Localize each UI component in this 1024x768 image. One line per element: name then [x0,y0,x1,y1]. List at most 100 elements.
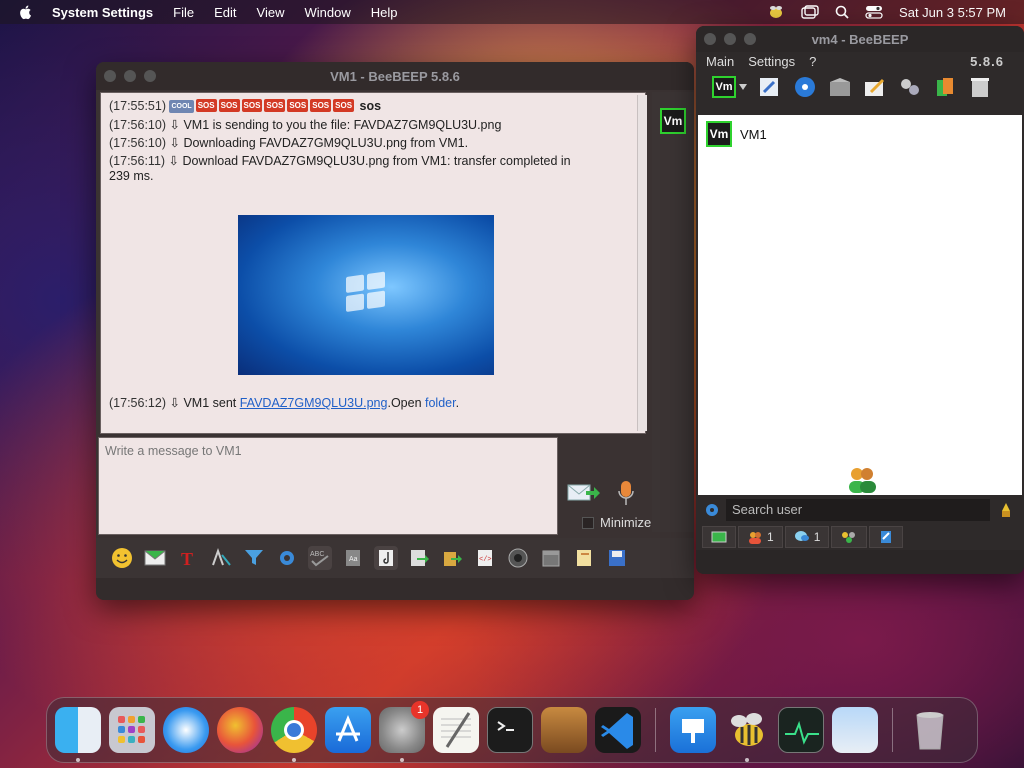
tab-shares[interactable] [869,526,904,548]
dock-separator [655,708,656,752]
sos-emoticon-icon: SOS [310,99,332,112]
menu-window[interactable]: Window [304,5,350,20]
checkbox-box[interactable] [582,516,594,529]
app-store-icon[interactable] [325,707,371,753]
member-avatar[interactable]: Vm [660,108,686,134]
menu-edit[interactable]: Edit [214,5,236,20]
tab-groups[interactable] [831,526,868,548]
vscode-icon[interactable] [595,707,641,753]
preview-icon[interactable] [832,707,878,753]
window-switcher-icon[interactable] [801,5,819,19]
font-button[interactable] [209,546,233,570]
notification-badge: 1 [411,701,429,719]
folder-link[interactable]: folder [425,396,456,410]
finder-icon[interactable] [55,707,101,762]
apple-icon[interactable] [18,4,34,20]
menu-help[interactable]: Help [371,5,398,20]
html-button[interactable]: </> [473,546,497,570]
share-button[interactable] [407,546,431,570]
music-button[interactable] [374,546,398,570]
textedit-icon[interactable] [433,707,479,753]
launchpad-icon[interactable] [109,707,155,753]
document-arrow-icon [411,550,429,566]
emoticon-button[interactable] [110,546,134,570]
send-folder-button[interactable] [440,546,464,570]
vm4-main-window: vm4 - BeeBEEP Main Settings ? 5.8.6 Vm V… [696,26,1024,574]
save-button[interactable] [605,546,629,570]
mailbox-icon[interactable] [828,76,852,98]
status-selector[interactable]: Vm [712,76,747,98]
user-list[interactable]: Vm VM1 [698,115,1022,495]
chevron-down-icon [739,84,747,90]
running-indicator [400,758,404,762]
microphone-icon[interactable] [616,479,636,507]
image-preview[interactable] [238,215,494,375]
terminal-icon[interactable] [487,707,533,753]
vm1-titlebar[interactable]: VM1 - BeeBEEP 5.8.6 [96,62,694,90]
menu-settings[interactable]: Settings [748,54,795,69]
filter-button[interactable] [242,546,266,570]
file-link[interactable]: FAVDAZ7GM9QLU3U.png [240,396,388,410]
screenshot-button[interactable] [506,546,530,570]
files-icon[interactable] [933,76,957,98]
tab-chats[interactable]: 1 [784,526,830,548]
system-settings-icon[interactable]: 1 [379,701,429,762]
send-file-button[interactable] [143,546,167,570]
search-user-input[interactable]: Search user [726,499,990,521]
firefox-icon[interactable] [217,707,263,753]
dictionary-button[interactable]: Aa [341,546,365,570]
beebeep-tray-icon[interactable] [767,4,785,20]
font-icon [212,548,231,566]
minimize-checkbox[interactable]: Minimize [582,515,651,530]
file-transfer-icon: ⇩ [168,154,180,168]
search-settings-icon[interactable] [704,502,720,518]
chat-scrollbar[interactable] [637,95,647,431]
menu-app-name[interactable]: System Settings [52,5,153,20]
clear-search-icon[interactable] [998,501,1014,519]
vm4-window-title: vm4 - BeeBEEP [811,31,909,47]
share-icon [881,531,892,543]
user-list-item[interactable]: Vm VM1 [706,121,767,147]
network-icon[interactable] [793,76,817,98]
trash-bin-icon[interactable] [907,707,953,753]
vm1-window-title: VM1 - BeeBEEP 5.8.6 [330,68,460,84]
control-center-icon[interactable] [865,5,883,19]
message-text: sos [359,99,382,113]
chat-message: (17:56:10) ⇩ Downloading FAVDAZ7GM9QLU3U… [109,135,468,150]
message-input[interactable]: Write a message to VM1 [98,437,558,535]
menu-help[interactable]: ? [809,54,816,69]
plugins-icon[interactable] [898,76,922,98]
keynote-icon[interactable] [670,707,716,753]
menu-main[interactable]: Main [706,54,734,69]
chat-message: (17:56:11) ⇩ Download FAVDAZ7GM9QLU3U.pn… [109,153,571,168]
safari-icon[interactable] [163,707,209,753]
profile-edit-icon[interactable] [758,76,782,98]
filter-icon [245,550,263,565]
spotlight-search-icon[interactable] [835,5,849,19]
spellcheck-button[interactable]: ABC [308,546,332,570]
chat-history[interactable]: (17:55:51) COOL SOS SOS SOS SOS SOS SOS SOS sos… [100,92,647,434]
garageband-icon[interactable] [541,707,587,753]
notes-button[interactable] [572,546,596,570]
beebeep-icon[interactable] [724,707,770,762]
tab-home[interactable] [702,526,736,548]
trash-icon[interactable] [968,76,992,98]
message-time: (17:56:10) [109,136,166,150]
archive-button[interactable] [539,546,563,570]
my-avatar[interactable]: Vm [712,76,736,98]
send-message-icon[interactable] [566,481,600,505]
svg-text:T: T [181,549,193,569]
menu-view[interactable]: View [257,5,285,20]
settings-button[interactable] [275,546,299,570]
menu-file[interactable]: File [173,5,194,20]
chrome-icon[interactable] [271,707,317,762]
write-note-icon[interactable] [863,76,887,98]
chat-message-continued: 239 ms. [109,169,154,183]
running-indicator [76,758,80,762]
activity-monitor-icon[interactable] [778,707,824,753]
text-color-button[interactable]: T [176,546,200,570]
vm4-titlebar[interactable]: vm4 - BeeBEEP [696,26,1024,52]
menu-datetime[interactable]: Sat Jun 3 5:57 PM [899,5,1006,20]
tab-users[interactable]: 1 [738,526,783,548]
message-text: Download FAVDAZ7GM9QLU3U.png from VM1: t… [182,154,571,168]
